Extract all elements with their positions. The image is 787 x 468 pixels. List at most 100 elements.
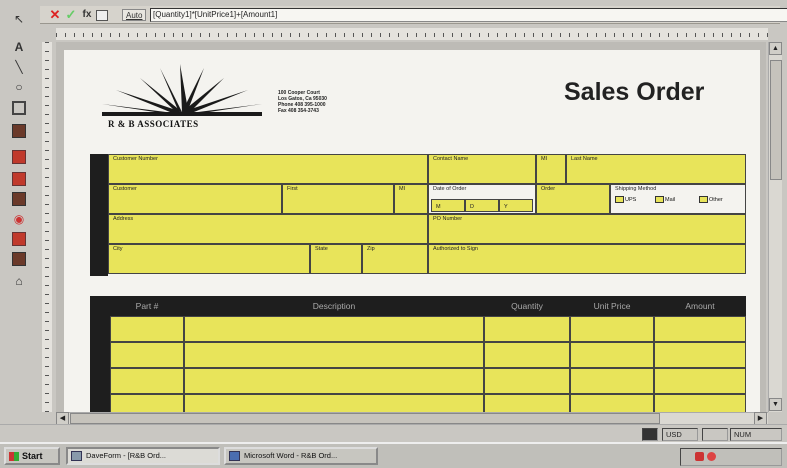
po-number-field[interactable]: PO Number [428, 214, 746, 244]
image-tool-icon[interactable] [12, 124, 26, 138]
field-label: PO Number [433, 216, 463, 222]
line-tool-icon[interactable]: ╲ [12, 60, 26, 74]
mail-checkbox[interactable] [655, 196, 664, 204]
zip-field[interactable]: Zip [362, 244, 428, 274]
order-field[interactable]: Order [536, 184, 610, 214]
mi-field-2[interactable]: MI [394, 184, 428, 214]
ups-checkbox[interactable] [615, 196, 624, 204]
table-cell[interactable] [654, 342, 746, 368]
date-of-order-field[interactable]: Date of Order M D Y [428, 184, 536, 214]
contact-name-field[interactable]: Contact Name [428, 154, 536, 184]
vertical-scroll-thumb[interactable] [770, 60, 782, 180]
address-field[interactable]: Address [108, 214, 428, 244]
table-tool-icon[interactable] [12, 172, 26, 186]
table-cell[interactable] [184, 394, 484, 412]
table-cell[interactable] [110, 342, 184, 368]
table-cell[interactable] [654, 368, 746, 394]
field-label: D [470, 204, 474, 210]
table-cell[interactable] [570, 316, 654, 342]
table-cell[interactable] [570, 368, 654, 394]
checkbox-tool-icon[interactable] [12, 192, 26, 206]
currency-indicator: USD [662, 428, 698, 441]
taskbar-item-daveform[interactable]: DaveForm - [R&B Ord... [66, 447, 220, 465]
task-label: DaveForm - [R&B Ord... [86, 451, 167, 460]
table-cell[interactable] [110, 316, 184, 342]
other-checkbox[interactable] [699, 196, 708, 204]
table-cell[interactable] [484, 342, 570, 368]
table-header: Part # Description Quantity Unit Price A… [90, 296, 746, 316]
scroll-down-icon[interactable]: ▼ [769, 398, 782, 411]
taskbar-item-word[interactable]: Microsoft Word - R&B Ord... [224, 447, 378, 465]
field-label: Order [541, 186, 556, 192]
horizontal-scrollbar[interactable]: ◀ ▶ [56, 412, 768, 425]
taskbar: Start DaveForm - [R&B Ord... Microsoft W… [0, 442, 787, 468]
field-label: State [315, 246, 328, 252]
table-cell[interactable] [110, 368, 184, 394]
shipping-option-label: UPS [625, 197, 637, 203]
expand-box-icon[interactable] [96, 10, 108, 21]
grid-tool-icon[interactable] [12, 252, 26, 266]
table-cell[interactable] [484, 394, 570, 412]
stamp-tool-icon[interactable]: ⌂ [12, 274, 26, 288]
shipping-option-label: Mail [665, 197, 676, 203]
field-label: Address [113, 216, 134, 222]
field-label: MI [399, 186, 406, 192]
company-name: R & B ASSOCIATES [108, 119, 199, 129]
table-cell[interactable] [570, 394, 654, 412]
company-address: 100 Cooper Court Los Gatos, Ca 95030 Pho… [278, 90, 368, 114]
table-cell[interactable] [484, 368, 570, 394]
shipping-option-ups[interactable]: UPS [615, 196, 636, 204]
field-label: Contact Name [433, 156, 469, 162]
authorized-signature-field[interactable]: Authorized to Sign [428, 244, 746, 274]
table-cell[interactable] [570, 342, 654, 368]
rectangle-tool-icon[interactable] [12, 101, 26, 115]
year-field[interactable]: Y [499, 199, 533, 212]
first-name-field[interactable]: First [282, 184, 394, 214]
table-cell[interactable] [110, 394, 184, 412]
column-header: Part # [135, 301, 159, 311]
auto-button[interactable]: Auto [122, 9, 147, 21]
field-label: Zip [367, 246, 375, 252]
tray-network-icon[interactable] [707, 452, 716, 461]
vertical-scrollbar[interactable]: ▲ ▼ [768, 42, 782, 412]
table-cell[interactable] [654, 394, 746, 412]
pointer-tool-icon[interactable]: ↖ [12, 12, 26, 26]
state-field[interactable]: State [310, 244, 362, 274]
field-tool-icon[interactable] [12, 150, 26, 164]
document-icon [642, 428, 658, 441]
column-header: Description [312, 301, 356, 311]
check-icon[interactable]: ✓ [64, 8, 78, 22]
customer-number-field[interactable]: Customer Number [108, 154, 428, 184]
start-button[interactable]: Start [4, 447, 60, 465]
month-field[interactable]: M [431, 199, 465, 212]
ellipse-tool-icon[interactable]: ○ [12, 80, 26, 94]
text-tool-icon[interactable]: A [12, 40, 26, 54]
mi-field[interactable]: MI [536, 154, 566, 184]
table-cell[interactable] [184, 316, 484, 342]
table-cell[interactable] [484, 316, 570, 342]
table-cell[interactable] [184, 368, 484, 394]
day-field[interactable]: D [465, 199, 499, 212]
app-icon [71, 451, 82, 461]
tray-volume-icon[interactable] [695, 452, 704, 461]
form-page[interactable]: R & B ASSOCIATES 100 Cooper Court Los Ga… [64, 50, 760, 412]
table-cell[interactable] [654, 316, 746, 342]
city-field[interactable]: City [108, 244, 310, 274]
last-name-field[interactable]: Last Name [566, 154, 746, 184]
horizontal-scroll-thumb[interactable] [70, 413, 660, 424]
design-canvas[interactable]: R & B ASSOCIATES 100 Cooper Court Los Ga… [56, 42, 766, 412]
radio-tool-icon[interactable]: ◉ [12, 212, 26, 226]
scroll-up-icon[interactable]: ▲ [769, 42, 782, 55]
shipping-option-mail[interactable]: Mail [655, 196, 675, 204]
shipping-option-label: Other [709, 197, 723, 203]
cancel-icon[interactable]: ✕ [48, 8, 62, 22]
shipping-option-other[interactable]: Other [699, 196, 723, 204]
customer-field[interactable]: Customer [108, 184, 282, 214]
task-label: Microsoft Word - R&B Ord... [244, 451, 338, 460]
formula-input[interactable]: [Quantity1]*[UnitPrice1]+[Amount1] [150, 8, 787, 22]
formula-bar: ✕ ✓ fx Auto [Quantity1]*[UnitPrice1]+[Am… [40, 6, 787, 24]
function-icon[interactable]: fx [80, 8, 94, 22]
button-tool-icon[interactable] [12, 232, 26, 246]
table-cell[interactable] [184, 342, 484, 368]
system-tray [680, 448, 782, 466]
